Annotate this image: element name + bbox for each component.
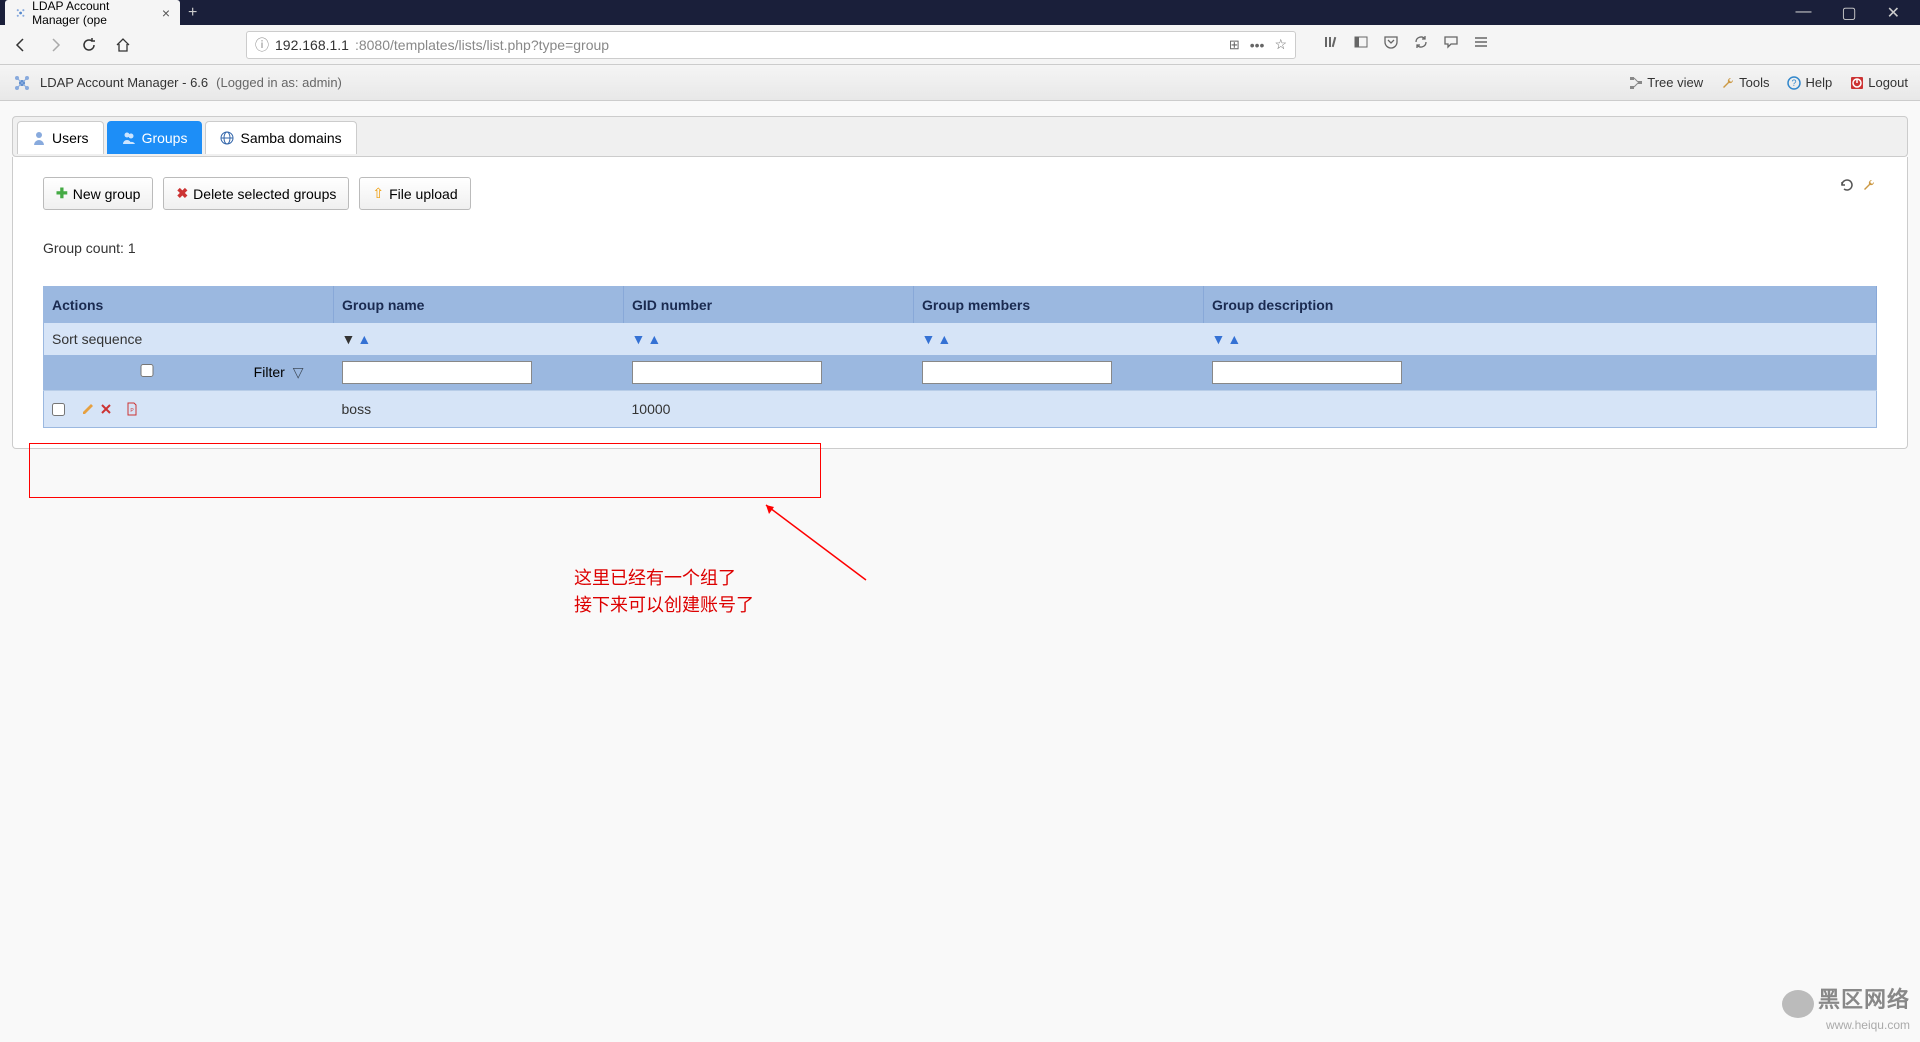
filter-label: Filter	[254, 364, 285, 380]
url-field[interactable]: ⓘ 192.168.1.1 :8080/templates/lists/list.…	[246, 31, 1296, 59]
filter-gid[interactable]	[632, 361, 822, 384]
sort-members[interactable]: ▼▲	[922, 331, 952, 347]
groups-table: Actions Group name GID number Group memb…	[43, 286, 1877, 428]
url-actions: ⊞ ••• ☆	[1229, 36, 1287, 53]
browser-toolbar: ⓘ 192.168.1.1 :8080/templates/lists/list.…	[0, 25, 1920, 65]
settings-wrench-icon[interactable]	[1861, 177, 1877, 210]
close-window-icon[interactable]: ✕	[1887, 3, 1900, 23]
group-icon	[122, 131, 136, 145]
close-tab-icon[interactable]: ×	[162, 5, 170, 21]
filter-members[interactable]	[922, 361, 1112, 384]
svg-text:P: P	[130, 408, 134, 414]
svg-text:?: ?	[1792, 78, 1797, 88]
th-description[interactable]: Group description	[1204, 287, 1877, 324]
pocket-icon[interactable]	[1383, 34, 1399, 55]
annotation-text: 这里已经有一个组了 接下来可以创建账号了	[574, 565, 754, 619]
delete-icon[interactable]	[99, 402, 113, 416]
cell-group-name: boss	[334, 391, 624, 428]
app-title: LDAP Account Manager - 6.6	[40, 75, 208, 90]
page-actions-icon[interactable]: •••	[1250, 37, 1265, 53]
filter-group-name[interactable]	[342, 361, 532, 384]
site-info-icon[interactable]: ⓘ	[255, 35, 269, 55]
home-button[interactable]	[112, 34, 134, 56]
bookmark-star-icon[interactable]: ☆	[1274, 36, 1287, 53]
sort-label: Sort sequence	[44, 323, 334, 355]
lam-logo-icon	[12, 73, 32, 93]
file-upload-button[interactable]: ⇧File upload	[359, 177, 470, 210]
browser-tab[interactable]: LDAP Account Manager (ope ×	[5, 0, 180, 25]
annotation-arrow	[756, 500, 876, 590]
filter-description[interactable]	[1212, 361, 1402, 384]
delete-x-icon: ✖	[176, 185, 188, 202]
url-host: 192.168.1.1	[275, 37, 349, 53]
sort-group-name[interactable]: ▼▲	[342, 331, 372, 347]
help-icon: ?	[1787, 76, 1801, 90]
row-checkbox[interactable]	[52, 403, 65, 416]
sidebar-icon[interactable]	[1353, 34, 1369, 55]
group-count-label: Group count: 1	[43, 240, 1877, 256]
cell-description	[1204, 391, 1877, 428]
th-actions: Actions	[44, 287, 334, 324]
tools-link[interactable]: Tools	[1721, 75, 1769, 90]
watermark-bubble-icon	[1782, 990, 1814, 1018]
help-link[interactable]: ?Help	[1787, 75, 1832, 90]
browser-tab-strip: LDAP Account Manager (ope × + — ▢ ✕	[0, 0, 1920, 25]
sort-gid[interactable]: ▼▲	[632, 331, 662, 347]
maximize-icon[interactable]: ▢	[1841, 3, 1856, 23]
tree-icon	[1629, 76, 1643, 90]
tree-view-link[interactable]: Tree view	[1629, 75, 1703, 90]
tab-groups[interactable]: Groups	[107, 121, 203, 154]
refresh-icon[interactable]	[1839, 177, 1855, 210]
cell-gid: 10000	[624, 391, 914, 428]
content-area: ✚New group ✖Delete selected groups ⇧File…	[12, 157, 1908, 449]
sort-description[interactable]: ▼▲	[1212, 331, 1242, 347]
new-group-button[interactable]: ✚New group	[43, 177, 153, 210]
table-row[interactable]: P boss 10000	[44, 391, 1877, 428]
window-controls: — ▢ ✕	[1795, 3, 1920, 23]
logout-link[interactable]: Logout	[1850, 75, 1908, 90]
qr-icon[interactable]: ⊞	[1229, 37, 1240, 53]
library-icon[interactable]	[1323, 34, 1339, 55]
reload-button[interactable]	[78, 34, 100, 56]
globe-icon	[220, 131, 234, 145]
delete-selected-button[interactable]: ✖Delete selected groups	[163, 177, 349, 210]
plus-icon: ✚	[56, 185, 68, 202]
sync-icon[interactable]	[1413, 34, 1429, 55]
edit-icon[interactable]	[81, 402, 95, 416]
tab-users[interactable]: Users	[17, 121, 104, 154]
type-tabs: Users Groups Samba domains	[12, 116, 1908, 157]
url-path: :8080/templates/lists/list.php?type=grou…	[355, 37, 609, 53]
watermark: 黑区网络 www.heiqu.com	[1782, 982, 1910, 1032]
wrench-icon	[1721, 76, 1735, 90]
forward-button[interactable]	[44, 34, 66, 56]
login-info: (Logged in as: admin)	[216, 75, 342, 90]
select-all-checkbox[interactable]	[52, 364, 242, 377]
pdf-icon[interactable]: P	[125, 402, 139, 416]
menu-icon[interactable]	[1473, 34, 1489, 55]
cell-members	[914, 391, 1204, 428]
browser-tab-title: LDAP Account Manager (ope	[32, 0, 156, 27]
chat-icon[interactable]	[1443, 34, 1459, 55]
new-tab-button[interactable]: +	[188, 4, 197, 22]
th-group-name[interactable]: Group name	[334, 287, 624, 324]
user-icon	[32, 131, 46, 145]
filter-funnel-icon[interactable]: ▽	[293, 364, 304, 380]
logout-icon	[1850, 76, 1864, 90]
upload-arrow-icon: ⇧	[372, 185, 384, 202]
lam-favicon-icon	[15, 6, 26, 20]
app-header: LDAP Account Manager - 6.6 (Logged in as…	[0, 65, 1920, 101]
back-button[interactable]	[10, 34, 32, 56]
th-members[interactable]: Group members	[914, 287, 1204, 324]
minimize-icon[interactable]: —	[1795, 3, 1811, 23]
tab-samba[interactable]: Samba domains	[205, 121, 356, 154]
th-gid[interactable]: GID number	[624, 287, 914, 324]
